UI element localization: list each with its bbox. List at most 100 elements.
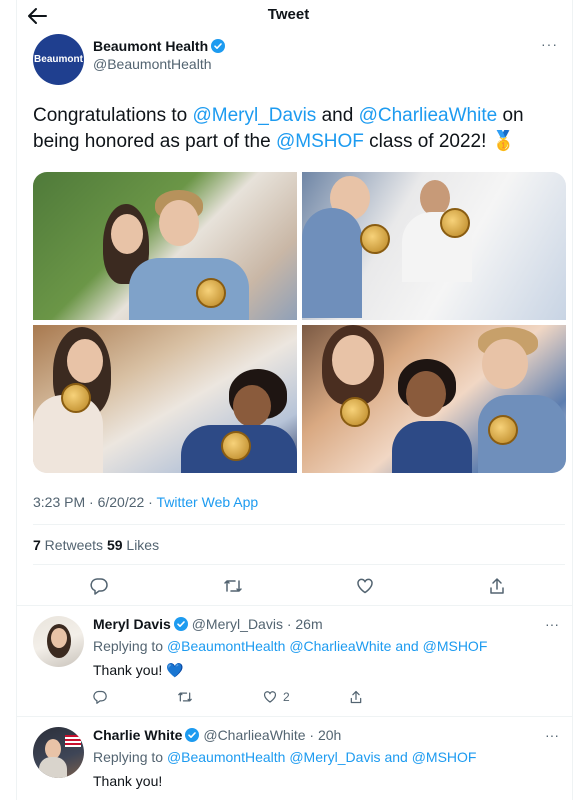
tweet-text-part: and	[316, 105, 359, 126]
author-name-row[interactable]: Beaumont Health	[93, 38, 226, 54]
photo-2[interactable]	[302, 172, 566, 320]
medal-emoji: 🥇	[491, 131, 516, 152]
tweet-text: Congratulations to @Meryl_Davis and @Cha…	[33, 103, 553, 155]
more-options-button[interactable]: ···	[541, 36, 558, 52]
person-shirt	[129, 258, 249, 320]
reply-tweet: Meryl Davis @Meryl_Davis · 26m ··· Reply…	[16, 616, 573, 714]
divider	[33, 564, 565, 565]
tweet-meta: 3:23 PM · 6/20/22 · Twitter Web App	[33, 494, 258, 510]
likes-count: 59	[106, 537, 123, 553]
reply-header: Charlie White @CharlieaWhite · 20h	[93, 727, 341, 743]
medal	[61, 383, 91, 413]
divider	[16, 716, 573, 717]
reply-actions: 2	[93, 688, 393, 706]
medal	[196, 278, 226, 308]
more-options-button[interactable]: ···	[545, 616, 559, 632]
retweet-icon	[224, 580, 242, 592]
top-bar: Tweet	[0, 0, 577, 32]
retweet-button[interactable]	[219, 572, 247, 600]
reply-icon	[93, 690, 107, 704]
avatar[interactable]	[33, 616, 84, 667]
like-icon	[357, 578, 373, 594]
person-face	[406, 371, 446, 417]
person-shirt	[392, 421, 472, 473]
author-avatar[interactable]: Beaumont	[33, 34, 84, 85]
photo-4[interactable]	[302, 325, 566, 473]
tweet-timestamp[interactable]: 3:23 PM · 6/20/22 ·	[33, 494, 156, 510]
share-icon	[490, 578, 504, 594]
replying-to: Replying to @BeaumontHealth @CharlieaWhi…	[93, 638, 487, 654]
tweet-source-link[interactable]: Twitter Web App	[156, 494, 258, 510]
reply-author-name[interactable]: Charlie White	[93, 727, 182, 743]
reply-icon	[90, 578, 108, 595]
retweets-stat[interactable]: 7 Retweets	[33, 537, 107, 553]
share-button[interactable]	[483, 572, 511, 600]
divider	[16, 605, 573, 606]
reply-author-name[interactable]: Meryl Davis	[93, 616, 171, 632]
retweet-icon	[178, 692, 192, 702]
more-options-button[interactable]: ···	[545, 727, 559, 743]
page-title: Tweet	[267, 6, 310, 23]
reply-header: Meryl Davis @Meryl_Davis · 26m	[93, 616, 323, 632]
verified-icon	[173, 617, 188, 631]
replying-to-mentions[interactable]: @BeaumontHealth @Meryl_Davis and @MSHOF	[167, 749, 477, 765]
reply-time[interactable]: · 26m	[287, 616, 323, 632]
share-button[interactable]	[349, 688, 363, 706]
like-count: 2	[283, 690, 290, 704]
person-face	[482, 339, 528, 389]
avatar-flag	[65, 735, 81, 747]
tweet-author: Beaumont Beaumont Health @BeaumontHealth…	[33, 34, 558, 85]
verified-icon	[185, 728, 200, 742]
reply-text-content: Thank you!	[93, 662, 167, 678]
mention-link[interactable]: @CharlieaWhite	[359, 105, 498, 126]
medal	[360, 224, 390, 254]
avatar-shirt	[39, 757, 67, 778]
person-shirt	[302, 208, 362, 318]
reply-time[interactable]: · 20h	[309, 727, 341, 743]
medal	[488, 415, 518, 445]
share-icon	[350, 690, 362, 704]
avatar[interactable]	[33, 727, 84, 778]
tweet-text-part: Congratulations to	[33, 105, 193, 126]
heart-emoji: 💙	[166, 662, 184, 678]
author-name: Beaumont Health	[93, 38, 209, 54]
reply-text: Thank you! 💙	[93, 662, 184, 679]
medal	[440, 208, 470, 238]
person-face	[67, 339, 103, 383]
author-handle: @BeaumontHealth	[93, 56, 212, 72]
person-face	[332, 335, 374, 385]
avatar-face	[45, 739, 61, 759]
mention-link[interactable]: @MSHOF	[276, 131, 364, 152]
reply-tweet: Charlie White @CharlieaWhite · 20h ··· R…	[16, 727, 573, 800]
reply-button[interactable]	[93, 688, 107, 706]
divider	[33, 524, 565, 525]
replying-to-mentions[interactable]: @BeaumontHealth @CharlieaWhite and @MSHO…	[167, 638, 487, 654]
reply-author-handle: @CharlieaWhite	[203, 727, 306, 743]
likes-stat[interactable]: 59 Likes	[107, 537, 159, 553]
person-face	[111, 214, 143, 254]
like-icon	[263, 691, 277, 703]
photo-3[interactable]	[33, 325, 297, 473]
tweet-text-part: class of 2022!	[363, 131, 492, 152]
likes-label: Likes	[122, 537, 160, 553]
replying-to-prefix: Replying to	[93, 749, 167, 765]
medal	[340, 397, 370, 427]
retweets-label: Retweets	[40, 537, 107, 553]
avatar-face	[51, 628, 67, 648]
tweet-actions	[33, 572, 565, 600]
reply-author-handle: @Meryl_Davis	[191, 616, 283, 632]
tweet-stats: 7 Retweets 59 Likes	[33, 537, 159, 553]
mention-link[interactable]: @Meryl_Davis	[193, 105, 317, 126]
verified-icon	[211, 39, 226, 53]
media-grid	[33, 172, 566, 473]
photo-1[interactable]	[33, 172, 297, 320]
person-face	[233, 385, 271, 427]
replying-to-prefix: Replying to	[93, 638, 167, 654]
reply-button[interactable]	[85, 572, 113, 600]
retweet-button[interactable]	[177, 688, 193, 706]
like-button[interactable]: 2	[263, 688, 290, 706]
reply-text: Thank you!	[93, 773, 163, 789]
like-button[interactable]	[351, 572, 379, 600]
replying-to: Replying to @BeaumontHealth @Meryl_Davis…	[93, 749, 476, 765]
person-face	[159, 200, 199, 246]
